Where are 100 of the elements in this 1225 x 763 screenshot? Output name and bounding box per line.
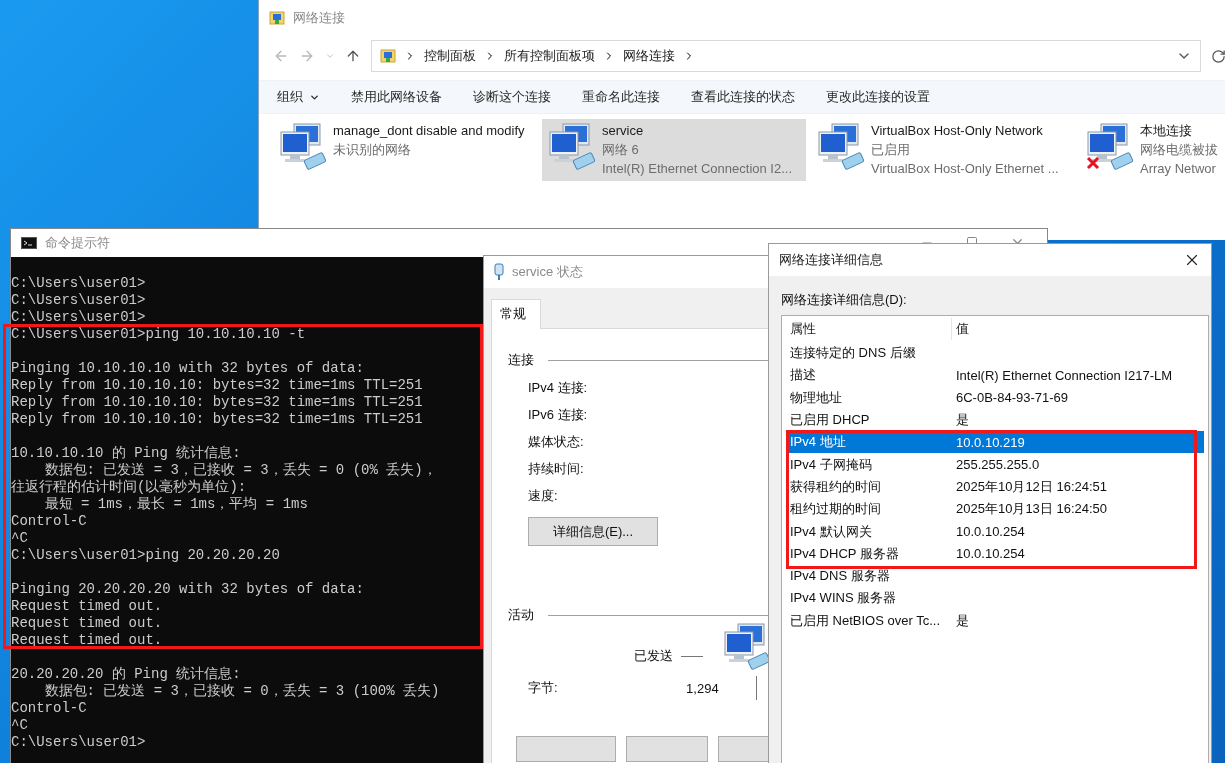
network-folder-icon: [380, 48, 396, 64]
field-label: IPv4 连接:: [528, 379, 589, 397]
console-line: Request timed out.: [11, 615, 163, 632]
column-header[interactable]: 值: [952, 318, 1192, 340]
network-computers-icon: [1086, 122, 1136, 170]
console-line: Reply from 10.10.10.10: bytes=32 time=1ms TTL=251: [11, 411, 423, 428]
refresh-icon[interactable]: [1211, 48, 1225, 64]
breadcrumb-item[interactable]: 控制面板: [424, 47, 476, 65]
details-row[interactable]: IPv4 WINS 服务器: [786, 587, 1204, 610]
console-line: 10.10.10.10 的 Ping 统计信息:: [11, 445, 241, 462]
property-cell-text: IPv4 子网掩码: [789, 455, 873, 474]
console-line: 20.20.20.20 的 Ping 统计信息:: [11, 666, 241, 683]
network-computers-icon: [279, 122, 329, 170]
property-cell-text: IPv4 DNS 服务器: [789, 567, 891, 586]
command-button[interactable]: 组织: [277, 88, 320, 106]
value-cell-text: 255.255.255.0: [955, 457, 1041, 473]
connection-item[interactable]: VirtualBox Host-Only Network 已启用 VirtualBox Host-Only Ethernet ...: [811, 119, 1075, 181]
dialog-button[interactable]: [516, 736, 616, 762]
connection-name: VirtualBox Host-Only Network: [871, 122, 1044, 140]
console-line: C:\Users\user01>ping 20.20.20.20: [11, 547, 280, 564]
section-heading: 活动: [508, 606, 534, 624]
console-line: 数据包: 已发送 = 3，已接收 = 0，丢失 = 3 (100% 丢失): [43, 683, 440, 700]
field-label: 持续时间:: [528, 460, 585, 478]
command-button[interactable]: 诊断这个连接: [473, 88, 551, 106]
value-cell-text: 10.0.10.254: [955, 524, 1026, 539]
console-line: Request timed out.: [11, 598, 163, 615]
console-line: C:\Users\user01>: [11, 734, 146, 751]
console-line: 数据包: 已发送 = 3，已接收 = 3，丢失 = 0 (0% 丢失)，: [43, 462, 437, 479]
details-row[interactable]: IPv4 DNS 服务器: [786, 564, 1204, 588]
console-line: ^C: [11, 717, 28, 734]
connection-status: 已启用: [871, 141, 911, 159]
details-row[interactable]: 连接特定的 DNS 后缀: [786, 342, 1204, 365]
field-label: IPv6 连接:: [528, 406, 589, 424]
property-cell-text: 获得租约的时间: [789, 477, 882, 496]
details-row[interactable]: 已启用 NetBIOS over Tc... 是: [786, 609, 1204, 632]
window-title: 网络连接详细信息: [779, 251, 883, 269]
dialog-button[interactable]: [626, 736, 708, 762]
connection-device: Intel(R) Ethernet Connection I2...: [602, 160, 794, 178]
property-cell-text: 租约过期的时间: [789, 500, 882, 519]
details-row[interactable]: 已启用 DHCP 是: [786, 408, 1204, 432]
network-folder-icon: [269, 10, 285, 26]
property-cell-text: 连接特定的 DNS 后缀: [789, 344, 917, 363]
property-cell-text: IPv4 WINS 服务器: [789, 589, 898, 608]
value-cell-text: 是: [955, 611, 970, 630]
connection-item[interactable]: service 网络 6 Intel(R) Ethernet Connection I2...: [542, 119, 806, 181]
breadcrumb-item[interactable]: 网络连接: [623, 47, 675, 65]
console-line: Control-C: [11, 700, 87, 717]
bytes-sent-value: 1,294: [685, 680, 719, 696]
property-cell-text: IPv4 地址: [789, 433, 847, 452]
connection-status: 未识别的网络: [333, 141, 412, 159]
connection-item[interactable]: 本地连接 网络电缆被拔 Array Networ: [1080, 119, 1225, 181]
section-heading: 连接: [508, 351, 534, 369]
list-label: 网络连接详细信息(D):: [780, 291, 908, 309]
connection-status: 网络 6: [602, 141, 640, 159]
property-cell-text: 描述: [789, 366, 817, 385]
window-title: 命令提示符: [45, 234, 110, 252]
details-row[interactable]: 物理地址 6C-0B-84-93-71-69: [786, 386, 1204, 409]
details-row[interactable]: 描述 Intel(R) Ethernet Connection I217-LM: [786, 364, 1204, 387]
property-cell-text: IPv4 默认网关: [789, 522, 873, 541]
console-line: Pinging 10.10.10.10 with 32 bytes of data:: [11, 360, 364, 377]
command-button[interactable]: 查看此连接的状态: [691, 88, 795, 106]
command-button[interactable]: 重命名此连接: [582, 88, 660, 106]
value-cell-text: 6C-0B-84-93-71-69: [955, 390, 1069, 406]
column-header[interactable]: 属性: [786, 318, 952, 340]
breadcrumb-item[interactable]: 所有控制面板项: [504, 47, 595, 65]
console-line: 往返行程的估计时间(以毫秒为单位):: [11, 479, 247, 496]
console-line: Control-C: [11, 513, 87, 530]
details-button[interactable]: 详细信息(E)...: [528, 517, 658, 546]
property-cell-text: IPv4 DHCP 服务器: [789, 544, 900, 563]
network-computers-icon: [817, 122, 867, 170]
connection-item[interactable]: manage_dont disable and modify 未识别的网络: [273, 119, 537, 181]
bytes-label: 字节:: [528, 679, 558, 697]
connection-status: 网络电缆被拔: [1140, 141, 1219, 159]
console-icon: [21, 237, 37, 249]
property-cell-text: 物理地址: [789, 388, 843, 407]
value-cell-text: 2025年10月13日 16:24:50: [955, 500, 1109, 519]
value-cell-text: 是: [955, 411, 970, 430]
console-line: ^C: [11, 530, 28, 547]
value-cell-text: 10.0.10.254: [955, 546, 1026, 562]
field-label: 媒体状态:: [528, 433, 585, 451]
field-label: 速度:: [528, 487, 559, 505]
console-line: C:\Users\user01>ping 10.10.10.10 -t: [11, 326, 306, 343]
command-button[interactable]: 更改此连接的设置: [826, 88, 930, 106]
command-button[interactable]: 禁用此网络设备: [351, 88, 442, 106]
tab[interactable]: 常规: [491, 299, 541, 329]
network-computers-icon: [548, 122, 598, 170]
value-cell-text: Intel(R) Ethernet Connection I217-LM: [955, 367, 1174, 383]
console-line: C:\Users\user01>: [11, 309, 146, 326]
connection-name: manage_dont disable and modify: [333, 122, 526, 140]
back-arrow-icon[interactable]: [273, 48, 289, 64]
property-cell-text: 已启用 DHCP: [789, 411, 871, 430]
window-title: service 状态: [512, 263, 583, 281]
property-cell-text: 已启用 NetBIOS over Tc...: [789, 611, 942, 630]
history-caret-icon[interactable]: [325, 51, 335, 61]
connection-device: VirtualBox Host-Only Ethernet ...: [871, 160, 1060, 178]
value-cell-text: 2025年10月12日 16:24:51: [955, 477, 1109, 496]
network-plug-icon: [494, 263, 504, 281]
connection-device: Array Networ: [1140, 160, 1217, 178]
forward-arrow-icon[interactable]: [299, 48, 315, 64]
address-bar[interactable]: 控制面板 所有控制面板项 网络连接: [371, 40, 1201, 72]
